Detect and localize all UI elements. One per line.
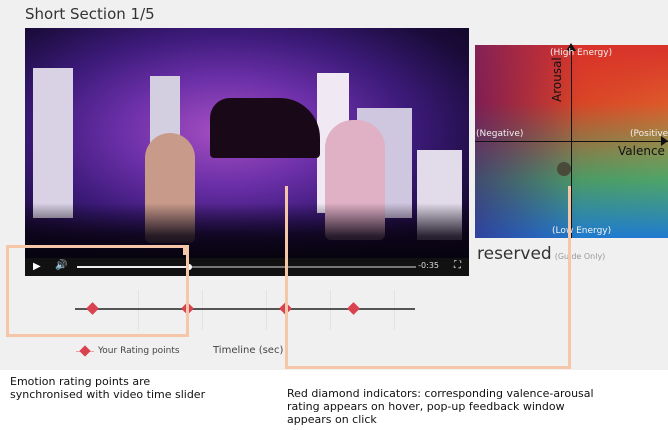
- section-title: Short Section 1/5: [25, 5, 155, 23]
- valence-axis: [475, 141, 668, 142]
- annotation-line: Emotion rating points are: [10, 375, 151, 388]
- piano: [210, 98, 320, 158]
- timeline-gridline: [202, 290, 203, 330]
- arousal-axis-label: Arousal: [550, 57, 564, 102]
- negative-label: (Negative): [476, 129, 524, 139]
- valence-axis-label: Valence: [618, 144, 665, 158]
- annotation-line: appears on click: [287, 413, 377, 426]
- annotation-line: Red diamond indicators: corresponding va…: [287, 387, 594, 400]
- timeline-gridline: [266, 290, 267, 330]
- current-rating-marker[interactable]: [557, 162, 571, 176]
- right-annotation: Red diamond indicators: corresponding va…: [287, 387, 594, 426]
- callout-line-right: [285, 186, 571, 369]
- timeline-axis-label: Timeline (sec): [213, 345, 284, 356]
- legend-label: Your Rating points: [98, 346, 180, 356]
- callout-line-left-stub: [183, 245, 186, 255]
- stage-column: [33, 68, 73, 218]
- left-annotation: Emotion rating points are synchronised w…: [10, 375, 205, 401]
- callout-line-left: [6, 245, 189, 337]
- positive-label: (Positive): [630, 129, 668, 139]
- annotation-line: rating appears on hover, pop-up feedback…: [287, 400, 565, 413]
- annotation-line: synchronised with video time slider: [10, 388, 206, 401]
